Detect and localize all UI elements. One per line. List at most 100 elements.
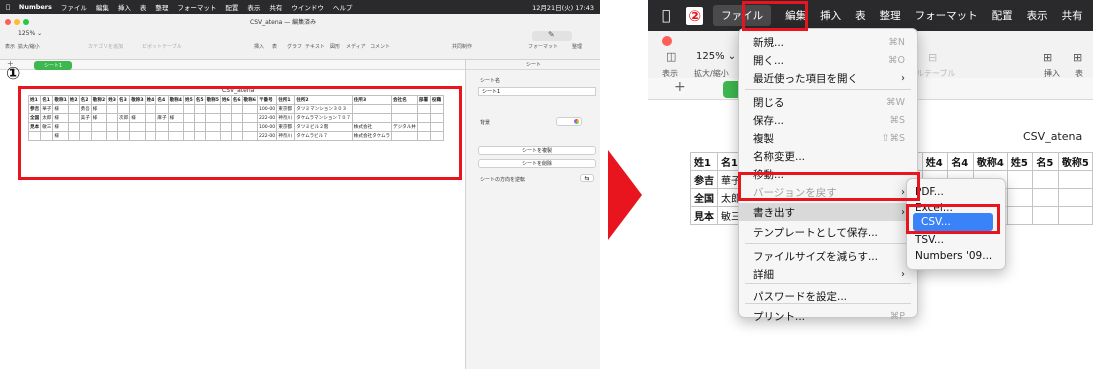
file-menu-item-11[interactable]: ファイルサイズを減らす... [739, 247, 917, 265]
menu-share[interactable]: 共有 [269, 2, 282, 12]
header-cell[interactable]: 姓4 [921, 152, 949, 171]
file-menu-item-10[interactable]: テンプレートとして保存... [739, 223, 917, 241]
file-menu-item-1[interactable]: 開く... ⌘O [739, 51, 917, 69]
menu-organize[interactable]: 整理 [880, 8, 901, 23]
apple-icon[interactable]:  [662, 8, 670, 24]
file-menu-item-0[interactable]: 新規... ⌘N [739, 33, 917, 51]
right-screenshot:  ② ファイル 編集 挿入 表 整理 フォーマット 配置 表示 共有 ◫ 12… [648, 0, 1093, 369]
toolbar-label-media[interactable]: メディア [346, 43, 366, 50]
menu-item-shortcut: ⌘P [889, 310, 905, 322]
duplicate-sheet-button[interactable]: シートを複製 [478, 146, 596, 155]
table-cell[interactable] [1057, 170, 1093, 189]
toolbar-label-shape[interactable]: 図形 [330, 43, 340, 50]
insert-icon[interactable]: ⊞ [1043, 51, 1052, 64]
toolbar-label-category[interactable]: カテゴリを追加 [88, 43, 123, 50]
file-menu-item-4[interactable]: 保存... ⌘S [739, 111, 917, 129]
minimize-window-button[interactable] [14, 19, 20, 25]
menu-table[interactable]: 表 [140, 2, 147, 12]
close-window-button[interactable] [662, 36, 672, 46]
table-cell[interactable] [1006, 188, 1034, 207]
export-menu-item-4[interactable]: Numbers '09... [907, 247, 1005, 265]
pivot-icon[interactable]: ⊟ [928, 51, 937, 64]
zoom-select[interactable]: 125% ⌄ [18, 30, 42, 37]
toolbar-label-pivot[interactable]: ピボットテーブル [142, 43, 182, 50]
file-menu-item-6[interactable]: 名称変更... [739, 147, 917, 165]
document-title: CSV_atena — 編集済み [250, 19, 317, 26]
file-menu-item-14[interactable]: プリント... ⌘P [739, 307, 917, 325]
menu-item-label: パスワードを設定... [753, 290, 848, 303]
file-menu-item-5[interactable]: 複製 ⇧⌘S [739, 129, 917, 147]
sidebar-toggle-icon[interactable]: ◫ [666, 50, 676, 63]
menu-edit[interactable]: 編集 [96, 2, 109, 12]
toolbar-label-text[interactable]: テキスト [305, 43, 325, 50]
zoom-select[interactable]: 125% ⌄ [696, 51, 736, 62]
menu-numbers[interactable]: Numbers [19, 3, 52, 11]
sidebar-tab-sheet[interactable]: シート [466, 60, 600, 70]
menu-item-label: 閉じる [753, 96, 785, 109]
highlight-box-table [18, 86, 462, 180]
toolbar-label-organize[interactable]: 整理 [572, 43, 582, 50]
toolbar-label-comment[interactable]: コメント [370, 43, 390, 50]
menu-insert[interactable]: 挿入 [820, 8, 841, 23]
step-marker-1: ① [6, 64, 21, 84]
file-menu-item-3[interactable]: 閉じる ⌘W [739, 93, 917, 111]
table-icon[interactable]: ⊞ [1073, 51, 1082, 64]
highlight-box-csv [906, 204, 1000, 234]
menu-help[interactable]: ヘルプ [333, 2, 353, 12]
header-cell[interactable]: 姓1 [690, 152, 718, 171]
background-color-well[interactable] [556, 117, 582, 126]
tab-sheet1[interactable]: シート1 [34, 61, 73, 70]
menu-arrange[interactable]: 配置 [992, 8, 1013, 23]
menu-view[interactable]: 表示 [1027, 8, 1048, 23]
format-sidebar: シート シート名 シート1 背景 シートを複製 シートを削除 シートの方向を逆転… [465, 60, 600, 369]
apple-icon[interactable]:  [6, 3, 10, 11]
table-cell[interactable] [1032, 170, 1059, 189]
menu-view[interactable]: 表示 [247, 2, 260, 12]
menu-item-shortcut: ⌘N [888, 36, 905, 48]
close-window-button[interactable] [5, 19, 11, 25]
menu-share[interactable]: 共有 [1062, 8, 1083, 23]
menu-format[interactable]: フォーマット [177, 2, 216, 12]
table-cell[interactable] [1032, 188, 1059, 207]
format-brush-icon[interactable]: ✎ [548, 30, 555, 39]
table-cell[interactable] [1006, 170, 1034, 189]
toolbar-label-format[interactable]: フォーマット [528, 43, 558, 50]
file-menu-item-9[interactable]: 書き出す › [739, 203, 917, 221]
table-title: CSV_atena [1023, 130, 1083, 143]
file-menu-item-12[interactable]: 詳細 › [739, 265, 917, 283]
menu-item-label: ファイルサイズを減らす... [753, 250, 878, 263]
menu-organize[interactable]: 整理 [155, 2, 168, 12]
menu-format[interactable]: フォーマット [915, 8, 978, 23]
toolbar-label-table[interactable]: 表 [272, 43, 277, 50]
file-menu-item-2[interactable]: 最近使った項目を開く › [739, 69, 917, 87]
menu-arrange[interactable]: 配置 [225, 2, 238, 12]
toolbar-label-collaborate[interactable]: 共同制作 [452, 43, 472, 50]
table-cell[interactable] [1006, 206, 1034, 225]
table-cell[interactable]: 参吉 [690, 170, 718, 189]
header-cell[interactable]: 敬称5 [1057, 152, 1093, 171]
menu-table[interactable]: 表 [855, 8, 866, 23]
chevron-right-icon: › [901, 206, 905, 218]
table-cell[interactable] [1057, 206, 1093, 225]
table-cell[interactable]: 見本 [690, 206, 718, 225]
menu-item-label: Numbers '09... [915, 250, 993, 262]
header-cell[interactable]: 敬称4 [972, 152, 1008, 171]
header-cell[interactable]: 姓5 [1006, 152, 1034, 171]
zoom-window-button[interactable] [23, 19, 29, 25]
reverse-direction-button[interactable]: ⇆ [580, 174, 594, 182]
menu-item-label: 書き出す [753, 206, 795, 219]
header-cell[interactable]: 名5 [1032, 152, 1059, 171]
menu-file[interactable]: ファイル [61, 2, 87, 12]
sheet-name-input[interactable]: シート1 [478, 87, 596, 96]
window-controls [5, 19, 29, 25]
table-cell[interactable] [1057, 188, 1093, 207]
toolbar-label-chart[interactable]: グラフ [287, 43, 302, 50]
menu-window[interactable]: ウインドウ [291, 2, 324, 12]
table-cell[interactable] [1032, 206, 1059, 225]
menu-insert[interactable]: 挿入 [118, 2, 131, 12]
table-cell[interactable]: 全国 [690, 188, 718, 207]
delete-sheet-button[interactable]: シートを削除 [478, 159, 596, 168]
toolbar-label-insert[interactable]: 挿入 [254, 43, 264, 50]
add-sheet-button[interactable]: + [674, 79, 686, 95]
header-cell[interactable]: 名4 [947, 152, 974, 171]
